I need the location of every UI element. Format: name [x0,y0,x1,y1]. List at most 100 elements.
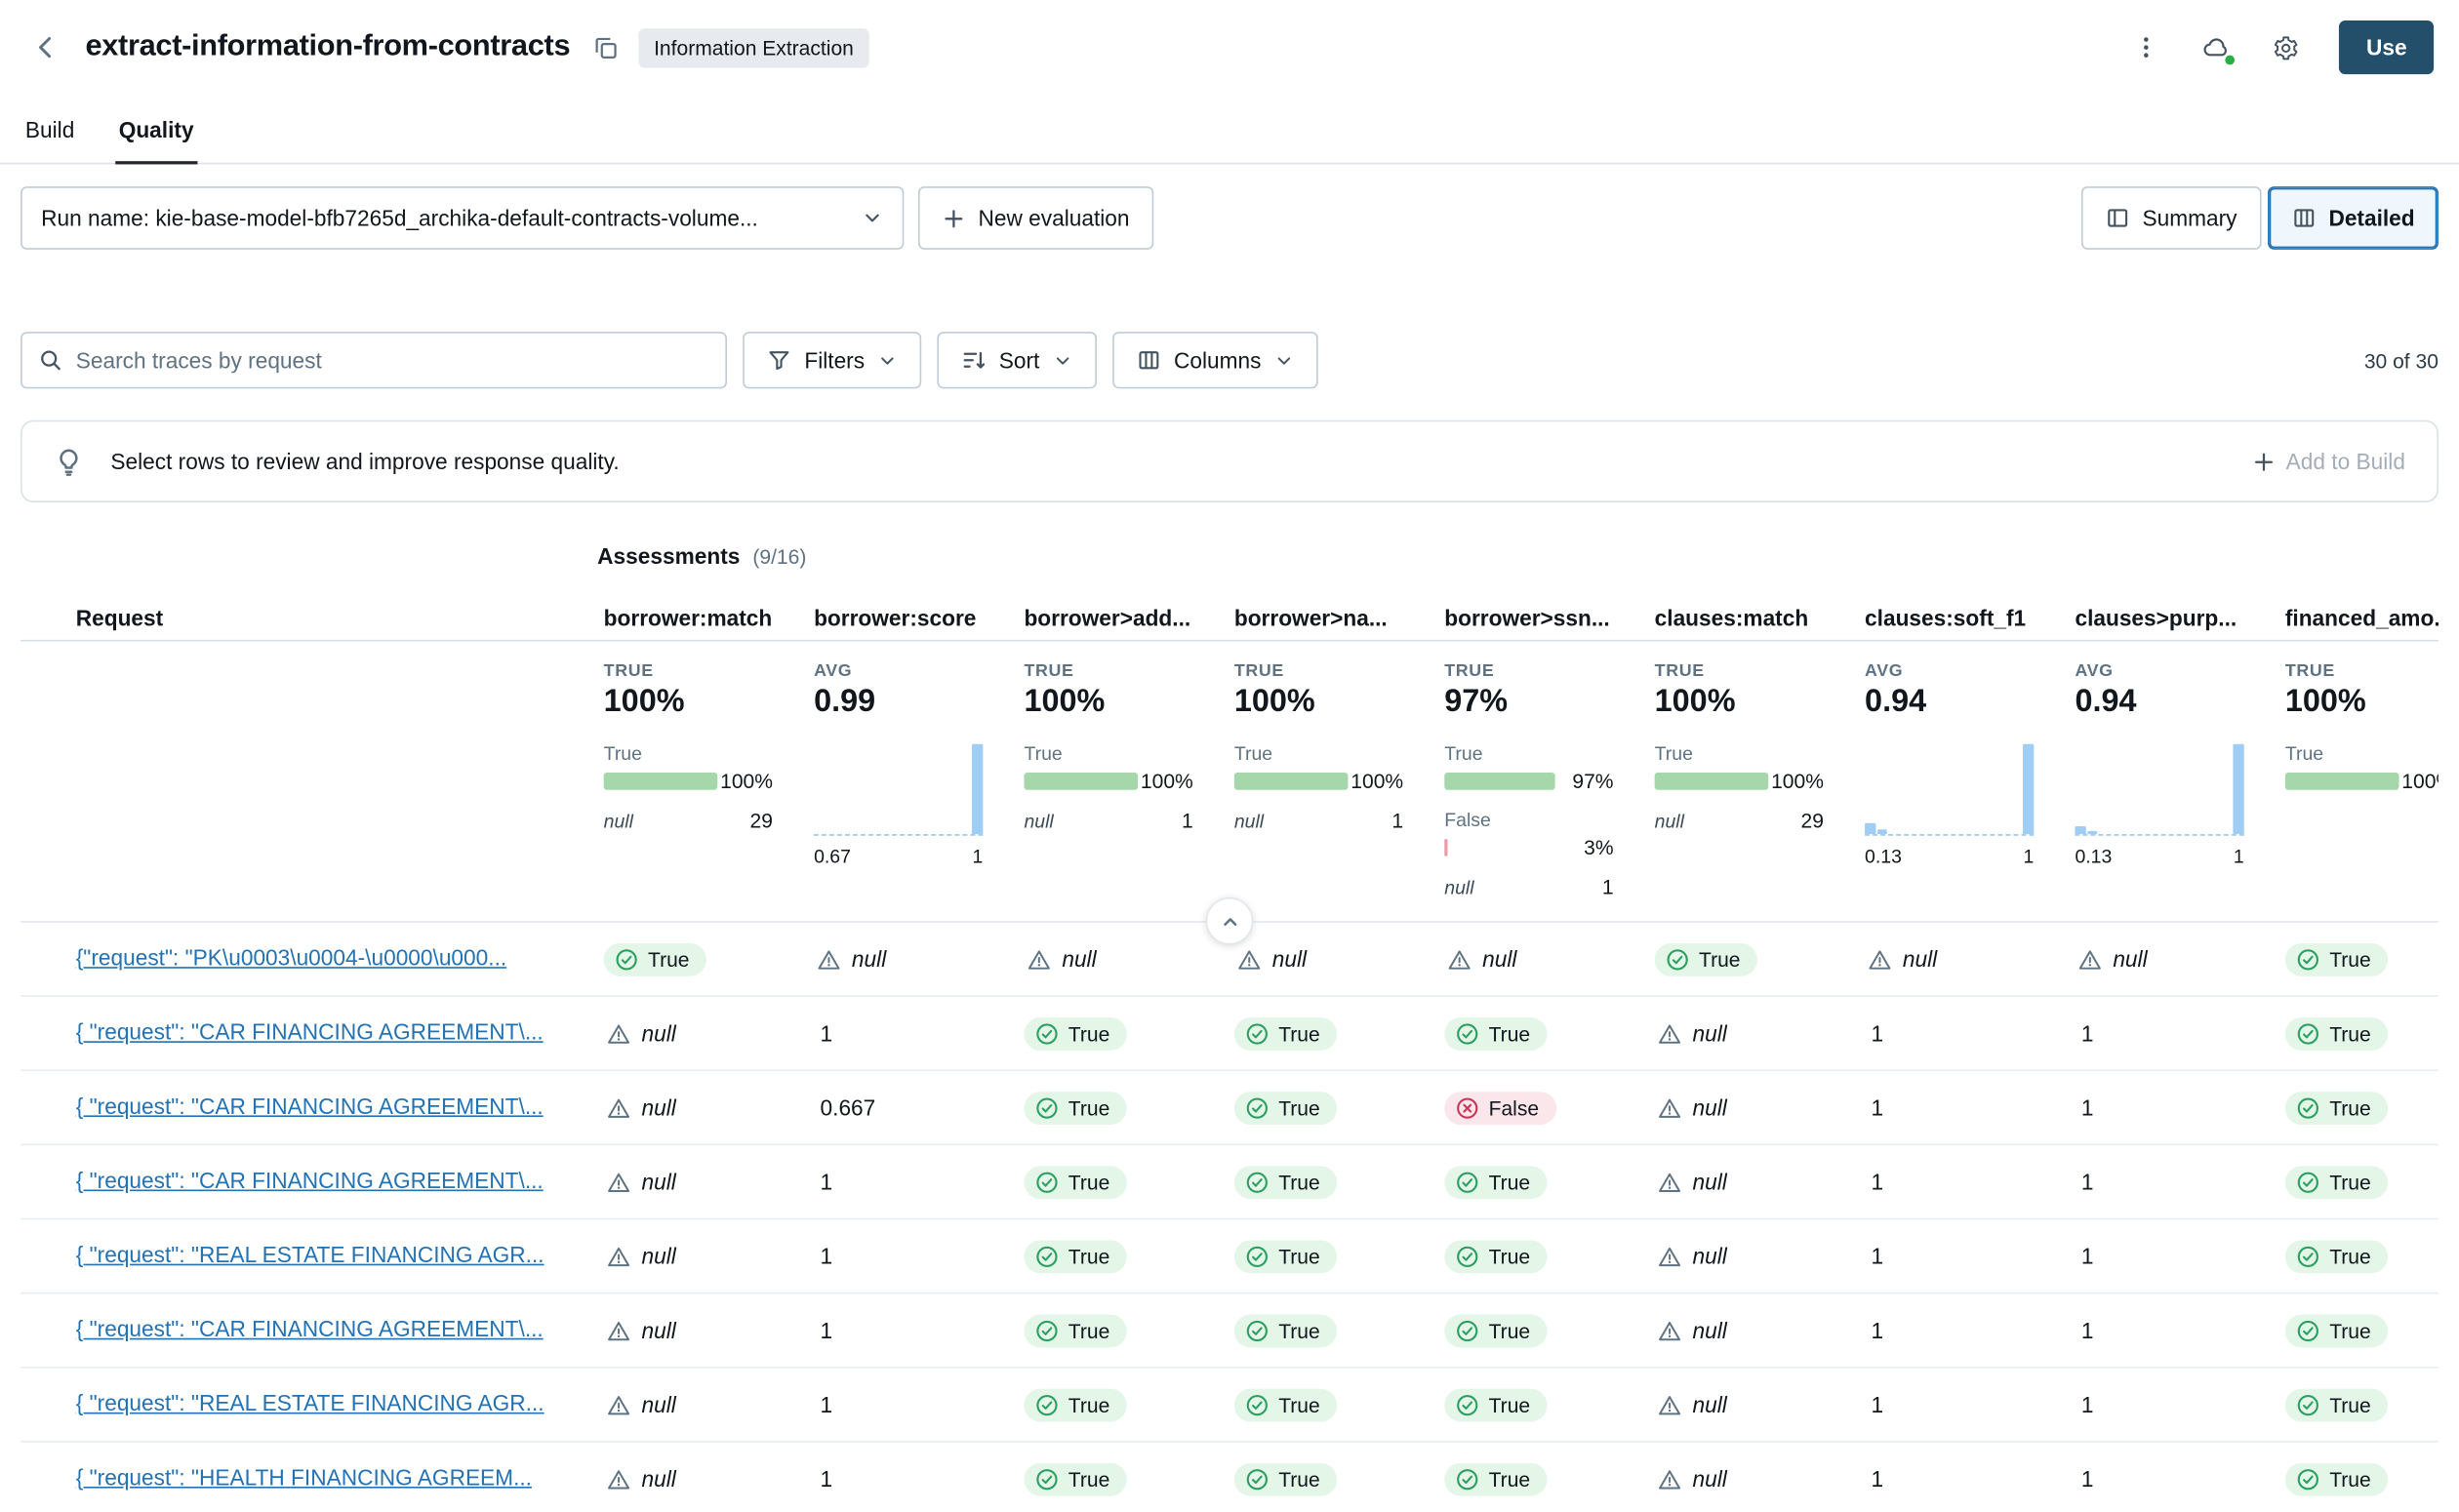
histogram-bar [1865,823,1875,834]
request-cell: { "request": "REAL ESTATE FINANCING AGR.… [20,1242,594,1270]
table-row[interactable]: { "request": "CAR FINANCING AGREEMENT\..… [20,997,2439,1071]
column-header[interactable]: borrower:match [594,604,804,629]
assessment-cell: 1 [804,1462,1014,1495]
true-badge: True [2285,1314,2389,1347]
assessments-title: Assessments [597,543,740,569]
filters-button[interactable]: Filters [743,332,921,388]
chevron-up-icon [1218,909,1241,933]
run-selector[interactable]: Run name: kie-base-model-bfb7265d_archik… [20,186,904,250]
column-header[interactable]: clauses:match [1645,604,1855,629]
assessment-cell: 1 [2066,1240,2276,1273]
assessment-cell: 1 [2066,1091,2276,1124]
kebab-icon [2134,35,2159,60]
table-row[interactable]: { "request": "REAL ESTATE FINANCING AGR.… [20,1219,2439,1293]
score-value: 1 [1865,1392,1883,1417]
column-header[interactable]: borrower:score [804,604,1014,629]
null-value: null [1655,1094,1727,1120]
table-row[interactable]: { "request": "CAR FINANCING AGREEMENT\..… [20,1293,2439,1368]
request-link[interactable]: { "request": "CAR FINANCING AGREEMENT\..… [76,1019,544,1045]
request-link[interactable]: { "request": "CAR FINANCING AGREEMENT\..… [76,1316,544,1341]
search-box[interactable] [20,332,727,388]
request-link[interactable]: { "request": "CAR FINANCING AGREEMENT\..… [76,1168,544,1193]
table-row[interactable]: { "request": "CAR FINANCING AGREEMENT\..… [20,1145,2439,1219]
table-row[interactable]: { "request": "REAL ESTATE FINANCING AGR.… [20,1369,2439,1443]
badge-label: True [2329,1095,2371,1119]
assessment-cell: null [594,1240,804,1273]
column-header[interactable]: borrower>add... [1015,604,1225,629]
kebab-menu-button[interactable] [2121,22,2172,73]
column-header[interactable]: financed_amo... [2276,604,2439,629]
search-input[interactable] [76,347,709,373]
summary-stat-label: TRUE [604,662,773,681]
badge-label: True [1278,1170,1320,1193]
null-value: null [1024,946,1096,972]
assessment-cell: 1 [2066,1165,2276,1198]
null-label: null [642,1020,676,1046]
null-value: null [604,1094,676,1120]
tab-build[interactable]: Build [22,95,78,163]
detailed-view-button[interactable]: Detailed [2267,186,2439,250]
check-circle-icon [2296,1095,2319,1119]
request-cell: { "request": "CAR FINANCING AGREEMENT\..… [20,1094,594,1122]
chevron-down-icon [1273,350,1294,371]
column-header[interactable]: clauses:soft_f1 [1855,604,2065,629]
request-cell: { "request": "CAR FINANCING AGREEMENT\..… [20,1019,594,1048]
app-header: extract-information-from-contracts Infor… [0,0,2459,95]
true-badge: True [2285,1240,2389,1273]
warning-triangle-icon [1447,947,1471,971]
sort-button[interactable]: Sort [938,332,1097,388]
distribution-value: 1 [1391,809,1403,832]
assessment-cell: null [594,1165,804,1198]
back-button[interactable] [25,27,66,68]
use-button[interactable]: Use [2339,20,2434,74]
score-histogram: 0.131 [1865,745,2034,867]
warning-triangle-icon [607,1170,630,1193]
tab-quality[interactable]: Quality [115,95,196,163]
column-header[interactable]: borrower>na... [1225,604,1434,629]
badge-label: True [1699,947,1741,971]
table-row[interactable]: { "request": "CAR FINANCING AGREEMENT\..… [20,1071,2439,1145]
badge-label: True [1068,1467,1110,1491]
request-link[interactable]: { "request": "CAR FINANCING AGREEMENT\..… [76,1094,544,1119]
null-label: null [1903,946,1937,972]
summary-view-button[interactable]: Summary [2080,186,2260,250]
copy-icon[interactable] [592,34,620,61]
distribution-bar [1234,773,1349,790]
null-label: null [852,946,886,972]
assessment-cell: True [1435,1240,1645,1273]
app-root: extract-information-from-contracts Infor… [0,0,2459,1512]
new-evaluation-button[interactable]: New evaluation [918,186,1153,250]
add-to-build-button[interactable]: Add to Build [2251,449,2405,474]
summary-view-label: Summary [2142,206,2237,231]
column-header[interactable]: borrower>ssn... [1435,604,1645,629]
plus-icon [2251,450,2275,473]
settings-gear-button[interactable] [2260,22,2311,73]
distribution-bar [1444,773,1554,790]
distribution-entry: True100% [1024,742,1192,793]
warning-triangle-icon [1658,1095,1681,1119]
columns-button[interactable]: Columns [1112,332,1318,388]
summary-cell: TRUE100%True100%null29 [1645,662,1855,899]
badge-label: True [1489,1467,1531,1491]
assessment-cell: True [2276,1240,2439,1273]
histogram-max-label: 1 [973,845,984,867]
check-circle-icon [1245,1467,1269,1491]
chevron-down-icon [1052,350,1072,371]
table-row[interactable]: { "request": "HEALTH FINANCING AGREEM...… [20,1443,2439,1512]
assistant-button[interactable] [2191,22,2241,73]
assessment-cell: True [1225,1165,1434,1198]
score-value: 1 [2075,1020,2093,1046]
check-circle-icon [1035,1170,1059,1193]
assessment-cell: 1 [804,1240,1014,1273]
request-link[interactable]: { "request": "HEALTH FINANCING AGREEM... [76,1464,532,1490]
request-link[interactable]: { "request": "REAL ESTATE FINANCING AGR.… [76,1242,544,1267]
request-column-header[interactable]: Request [20,604,594,629]
summary-cell: AVG0.990.671 [804,662,1014,899]
true-badge: True [1024,1091,1127,1124]
request-link[interactable]: {"request": "PK\u0003\u0004-\u0000\u000.… [76,944,506,970]
collapse-summary-button[interactable] [1206,897,1254,945]
distribution-entry: True100% [2285,742,2439,793]
request-link[interactable]: { "request": "REAL ESTATE FINANCING AGR.… [76,1390,544,1415]
true-badge: True [1444,1240,1548,1273]
column-header[interactable]: clauses>purp... [2066,604,2276,629]
